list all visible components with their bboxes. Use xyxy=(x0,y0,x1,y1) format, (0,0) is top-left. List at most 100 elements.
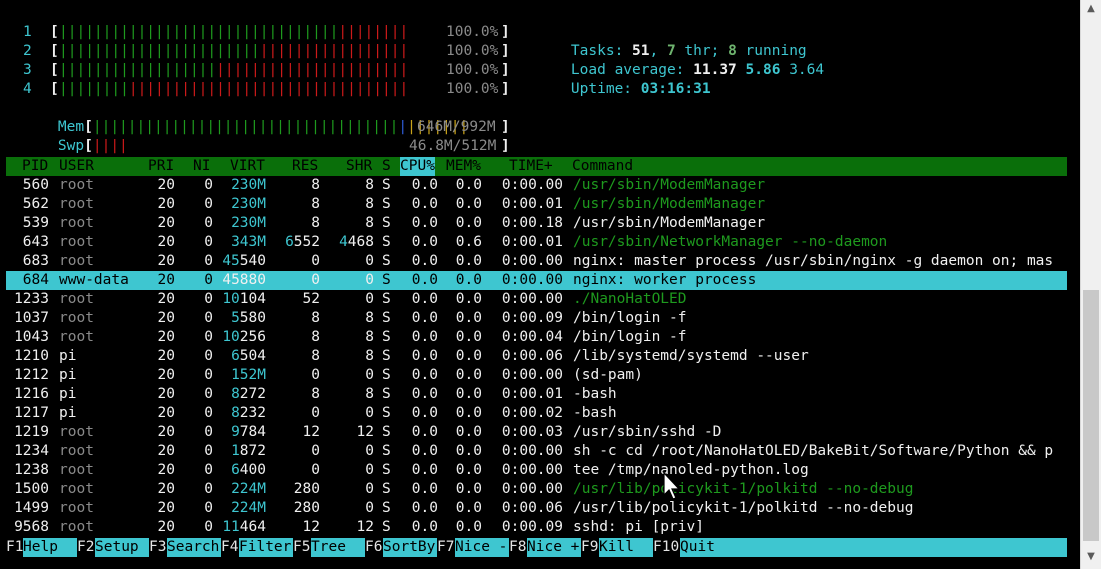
virt-value: 464 xyxy=(239,519,266,535)
table-row[interactable]: 1238 root 20 0 6400 0 0 S 0.0 0.0 0:00.00 tee /tmp/… xyxy=(0,461,1101,480)
col-pri[interactable]: PRI xyxy=(148,157,174,176)
res-cell: 8 xyxy=(272,347,320,366)
virt-high-digits: 45 xyxy=(222,253,240,269)
fkey-label-f7[interactable]: Nice - xyxy=(455,538,509,557)
res-value: 12 xyxy=(302,519,320,535)
res-value: 280 xyxy=(293,481,320,497)
fkey-label-f3[interactable]: Search xyxy=(167,538,221,557)
fkey-f3[interactable]: F3 xyxy=(149,538,166,557)
virt-value: 224M xyxy=(231,481,266,497)
uptime: Uptime: 03:16:31 xyxy=(536,61,711,97)
scroll-up-arrow-icon[interactable]: ▲ xyxy=(1085,4,1097,14)
user-cell: root xyxy=(59,481,94,497)
table-row[interactable]: 539 root 20 0 230M 8 8 S 0.0 0.0 0:00.18/usr/sbin/… xyxy=(0,214,1101,233)
mem-cell: 0.0 xyxy=(455,519,482,535)
user-cell: root xyxy=(59,519,94,535)
table-row[interactable]: 1219 root 20 0 9784 12 12 S 0.0 0.0 0:00.03/usr/sb… xyxy=(0,423,1101,442)
terminal-window[interactable]: 1[||||||||||||||||||||||||||||||||||||||… xyxy=(0,0,1101,569)
table-row[interactable]: 1043 root 20 0 10256 8 8 S 0.0 0.0 0:00.04/bin/log… xyxy=(0,328,1101,347)
shr-value: 12 xyxy=(356,519,374,535)
col-user[interactable]: USER xyxy=(59,157,94,176)
fkey-label-f4[interactable]: Filter xyxy=(239,538,293,557)
nice-cell: 0 xyxy=(204,329,213,345)
fkey-f9[interactable]: F9 xyxy=(581,538,598,557)
user-cell: root xyxy=(59,500,94,516)
table-row[interactable]: 1234 root 20 0 1872 0 0 S 0.0 0.0 0:00.00 sh -c cd … xyxy=(0,442,1101,461)
table-row[interactable]: 683 root 20 0 45540 0 0 S 0.0 0.0 0:00.00 nginx: ma… xyxy=(0,252,1101,271)
col-time[interactable]: TIME+ xyxy=(509,157,553,176)
cpu-cell: 0.0 xyxy=(411,386,438,402)
state-cell: S xyxy=(382,386,391,402)
scroll-down-arrow-icon[interactable]: ▼ xyxy=(1085,552,1097,562)
table-row-selected[interactable]: 684 www-data 20 0 45880 0 0 S 0.0 0.0 0:00.00 nginx… xyxy=(6,271,1067,290)
cpu-cell: 0.0 xyxy=(411,196,438,212)
shr-value: 468 xyxy=(347,234,374,250)
fkey-label-f10[interactable]: Quit xyxy=(680,538,1067,557)
col-shr[interactable]: SHR xyxy=(346,157,372,176)
virt-cell: 230M xyxy=(222,176,266,195)
state-cell: S xyxy=(382,500,391,516)
fkey-f8[interactable]: F8 xyxy=(509,538,526,557)
fkey-f7[interactable]: F7 xyxy=(437,538,454,557)
table-row[interactable]: 1037 root 20 0 5580 8 8 S 0.0 0.0 0:00.09/bin/logi… xyxy=(0,309,1101,328)
table-row[interactable]: 562 root 20 0 230M 8 8 S 0.0 0.0 0:00.01/usr/sbin/… xyxy=(0,195,1101,214)
fkey-label-f8[interactable]: Nice + xyxy=(527,538,581,557)
table-row[interactable]: 1233 root 20 0 10104 52 0 S 0.0 0.0 0:00.00 ./NanoH… xyxy=(0,290,1101,309)
virt-high-digits: 9 xyxy=(231,424,240,440)
col-virt[interactable]: VIRT xyxy=(230,157,265,176)
fkey-f2[interactable]: F2 xyxy=(77,538,94,557)
virt-high-digits: 5 xyxy=(231,310,240,326)
table-row[interactable]: 9568 root 20 0 11464 12 12 S 0.0 0.0 0:00.09 sshd: … xyxy=(0,518,1101,537)
priority-cell: 20 xyxy=(157,481,175,497)
col-res[interactable]: RES xyxy=(292,157,318,176)
fkey-label-f2[interactable]: Setup xyxy=(95,538,149,557)
col-pid[interactable]: PID xyxy=(22,157,48,176)
virt-value: 152M xyxy=(231,367,266,383)
scrollbar-thumb[interactable] xyxy=(1083,290,1099,541)
table-row[interactable]: 643 root 20 0 343M 6552 4468 S 0.0 0.6 0:00.01/usr… xyxy=(0,233,1101,252)
state-cell: S xyxy=(382,234,391,250)
shr-cell: 0 xyxy=(326,442,374,461)
shr-cell: 8 xyxy=(326,176,374,195)
fkey-label-f9[interactable]: Kill xyxy=(599,538,653,557)
user-cell: pi xyxy=(59,405,77,421)
fkey-f5[interactable]: F5 xyxy=(293,538,310,557)
nice-cell: 0 xyxy=(204,367,213,383)
table-row[interactable]: 1500 root 20 0 224M 280 0 S 0.0 0.0 0:00.00/usr/li… xyxy=(0,480,1101,499)
state-cell: S xyxy=(382,291,391,307)
table-row[interactable]: 1217 pi 20 0 8232 0 0 S 0.0 0.0 0:00.02 -bash xyxy=(0,404,1101,423)
shr-value: 8 xyxy=(365,215,374,231)
col-ni[interactable]: NI xyxy=(193,157,210,176)
fkey-f10[interactable]: F10 xyxy=(653,538,679,557)
virt-value: 784 xyxy=(239,424,266,440)
mem-cell: 0.0 xyxy=(455,253,482,269)
fkey-f4[interactable]: F4 xyxy=(221,538,238,557)
fkey-f1[interactable]: F1 xyxy=(6,538,23,557)
nice-cell: 0 xyxy=(204,386,213,402)
fkey-f6[interactable]: F6 xyxy=(365,538,382,557)
res-value: 0 xyxy=(311,272,320,288)
time-cell: 0:00.06 xyxy=(501,500,563,516)
col-cpu-sorted[interactable]: CPU% xyxy=(400,157,435,176)
fkey-label-f1[interactable]: Help xyxy=(23,538,77,557)
user-cell: root xyxy=(59,196,94,212)
command-cell: -bash xyxy=(573,405,617,421)
fkey-label-f6[interactable]: SortBy xyxy=(383,538,437,557)
vertical-scrollbar[interactable]: ▲ ▼ xyxy=(1080,0,1101,569)
fkey-label-f5[interactable]: Tree xyxy=(311,538,365,557)
col-command[interactable]: Command xyxy=(572,157,633,176)
cpu-label: 2 xyxy=(23,43,32,59)
table-row[interactable]: 1499 root 20 0 224M 280 0 S 0.0 0.0 0:00.06/usr/li… xyxy=(0,499,1101,518)
user-cell: root xyxy=(59,234,94,250)
priority-cell: 20 xyxy=(157,367,175,383)
table-row[interactable]: 1216 pi 20 0 8272 8 8 S 0.0 0.0 0:00.01 -bash xyxy=(0,385,1101,404)
res-value: 0 xyxy=(311,443,320,459)
nice-cell: 0 xyxy=(204,291,213,307)
col-state[interactable]: S xyxy=(382,157,391,176)
table-row[interactable]: 560 root 20 0 230M 8 8 S 0.0 0.0 0:00.00/usr/sbin/… xyxy=(0,176,1101,195)
res-value: 0 xyxy=(311,367,320,383)
command-cell: nginx: worker process xyxy=(573,272,757,288)
table-row[interactable]: 1212 pi 20 0 152M 0 0 S 0.0 0.0 0:00.00 (sd-pam) xyxy=(0,366,1101,385)
col-mem[interactable]: MEM% xyxy=(446,157,481,176)
table-row[interactable]: 1210 pi 20 0 6504 8 8 S 0.0 0.0 0:00.06/lib/system… xyxy=(0,347,1101,366)
